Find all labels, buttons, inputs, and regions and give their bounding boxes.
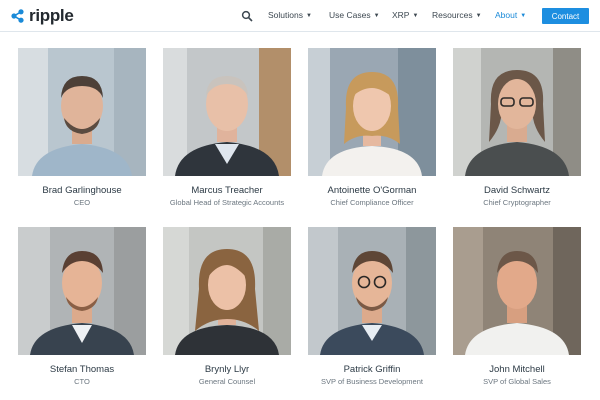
team-card[interactable]: Brynly Llyr General Counsel (154, 227, 300, 387)
person-title: CTO (74, 377, 90, 386)
team-card[interactable]: Patrick Griffin SVP of Business Developm… (299, 227, 445, 387)
team-grid: Brad Garlinghouse CEO Marcus Treacher Gl… (0, 0, 600, 400)
team-card[interactable]: Stefan Thomas CTO (9, 227, 155, 387)
team-photo (308, 227, 436, 355)
team-photo (453, 227, 581, 355)
team-card[interactable]: Marcus Treacher Global Head of Strategic… (154, 48, 300, 208)
team-card[interactable]: John Mitchell SVP of Global Sales (444, 227, 590, 387)
person-name: Patrick Griffin (343, 364, 401, 375)
person-name: John Mitchell (489, 364, 545, 375)
person-title: SVP of Business Development (320, 377, 423, 386)
team-card[interactable]: David Schwartz Chief Cryptographer (444, 48, 590, 208)
person-title: SVP of Global Sales (483, 377, 551, 386)
person-name: Brynly Llyr (204, 364, 250, 375)
team-photo (18, 227, 146, 355)
team-photo (308, 48, 436, 176)
person-name: David Schwartz (484, 185, 550, 196)
person-name: Antoinette O'Gorman (327, 185, 417, 196)
person-title: Chief Compliance Officer (330, 198, 414, 207)
person-name: Stefan Thomas (49, 364, 115, 375)
team-photo (453, 48, 581, 176)
person-name: Brad Garlinghouse (42, 185, 122, 196)
team-card[interactable]: Antoinette O'Gorman Chief Compliance Off… (299, 48, 445, 208)
person-name: Marcus Treacher (191, 185, 263, 196)
team-photo (163, 48, 291, 176)
team-photo (163, 227, 291, 355)
team-photo (18, 48, 146, 176)
team-card[interactable]: Brad Garlinghouse CEO (9, 48, 155, 208)
person-title: General Counsel (198, 377, 256, 386)
person-title: Chief Cryptographer (483, 198, 551, 207)
person-title: CEO (73, 198, 91, 207)
person-title: Global Head of Strategic Accounts (169, 198, 285, 207)
